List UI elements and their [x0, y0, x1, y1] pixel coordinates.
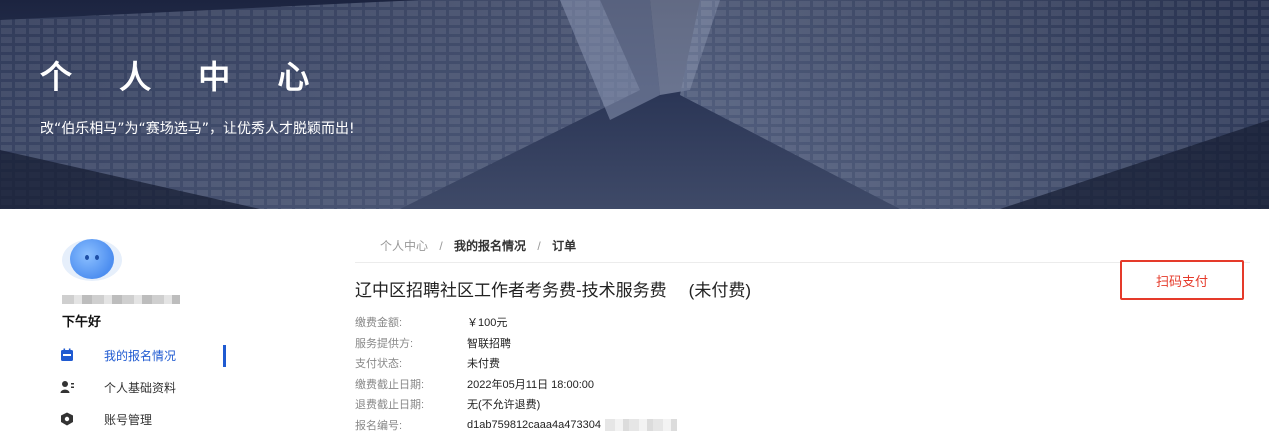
banner-slogan: 改“伯乐相马”为“赛场选马”，让优秀人才脱颖而出! — [40, 121, 355, 137]
sidebar-item-personal-info[interactable]: 个人基础资料 — [40, 371, 226, 403]
detail-label: 支付状态: — [355, 358, 403, 371]
detail-value: 智联招聘 — [467, 337, 511, 350]
banner: 个 人 中 心 改“伯乐相马”为“赛场选马”，让优秀人才脱颖而出! — [0, 0, 1269, 209]
sidebar-item-label: 个人基础资料 — [104, 380, 177, 395]
sidebar-item-label: 账号管理 — [104, 412, 153, 427]
detail-value: d1ab759812caaa4a473304 — [467, 418, 601, 431]
breadcrumb-item-order: 订单 — [552, 239, 577, 253]
order-status-badge: (未付费) — [688, 281, 751, 300]
calendar-icon — [61, 348, 73, 361]
order-details: 缴费金额: ￥100元 服务提供方: 智联招聘 支付状态: 未付费 缴费截止日期… — [355, 312, 677, 435]
detail-label: 退费截止日期: — [355, 399, 425, 412]
detail-label: 缴费截止日期: — [355, 378, 425, 391]
breadcrumb-separator: / — [537, 239, 541, 253]
masked-registration-id — [604, 418, 677, 431]
detail-label: 服务提供方: — [355, 337, 414, 350]
scan-pay-button[interactable]: 扫码支付 — [1120, 260, 1244, 300]
breadcrumb-item-registrations[interactable]: 我的报名情况 — [454, 239, 526, 253]
detail-value: 无(不允许退费) — [467, 399, 541, 412]
shield-icon — [61, 412, 73, 426]
order-title: 辽中区招聘社区工作者考务费-技术服务费 (未付费) — [355, 276, 751, 301]
banner-background-image — [0, 0, 1269, 209]
sidebar-menu: 我的报名情况 个人基础资料 账号管理 — [40, 339, 226, 435]
sidebar-item-my-registrations[interactable]: 我的报名情况 — [40, 339, 226, 371]
greeting: 下午好 — [62, 314, 102, 329]
detail-row-amount: 缴费金额: ￥100元 — [355, 312, 677, 333]
avatar-eye — [95, 255, 99, 260]
detail-row-registration-id: 报名编号: d1ab759812caaa4a473304 — [355, 415, 677, 436]
detail-label: 报名编号: — [355, 419, 403, 432]
detail-label: 缴费金额: — [355, 317, 403, 330]
order-name: 辽中区招聘社区工作者考务费-技术服务费 — [355, 281, 667, 300]
divider — [355, 262, 1250, 263]
masked-username — [62, 295, 180, 304]
avatar-face — [70, 239, 114, 279]
sidebar-item-account[interactable]: 账号管理 — [40, 403, 226, 435]
avatar-eye — [85, 255, 89, 260]
breadcrumb-item-home[interactable]: 个人中心 — [380, 239, 428, 253]
detail-value: 2022年05月11日 18:00:00 — [467, 378, 594, 391]
detail-value: ￥100元 — [467, 317, 508, 330]
detail-row-refund-deadline: 退费截止日期: 无(不允许退费) — [355, 394, 677, 415]
breadcrumb-separator: / — [439, 239, 443, 253]
sidebar-item-label: 我的报名情况 — [104, 348, 177, 363]
detail-value: 未付费 — [467, 358, 500, 371]
page-title: 个 人 中 心 — [40, 58, 328, 96]
sidebar: 下午好 我的报名情况 个人基础资料 账号管理 — [40, 209, 240, 438]
detail-row-payment-deadline: 缴费截止日期: 2022年05月11日 18:00:00 — [355, 374, 677, 395]
avatar[interactable] — [62, 239, 122, 281]
breadcrumb: 个人中心 / 我的报名情况 / 订单 — [380, 237, 576, 254]
detail-row-provider: 服务提供方: 智联招聘 — [355, 333, 677, 354]
user-card-icon — [60, 381, 74, 393]
detail-row-payment-status: 支付状态: 未付费 — [355, 353, 677, 374]
